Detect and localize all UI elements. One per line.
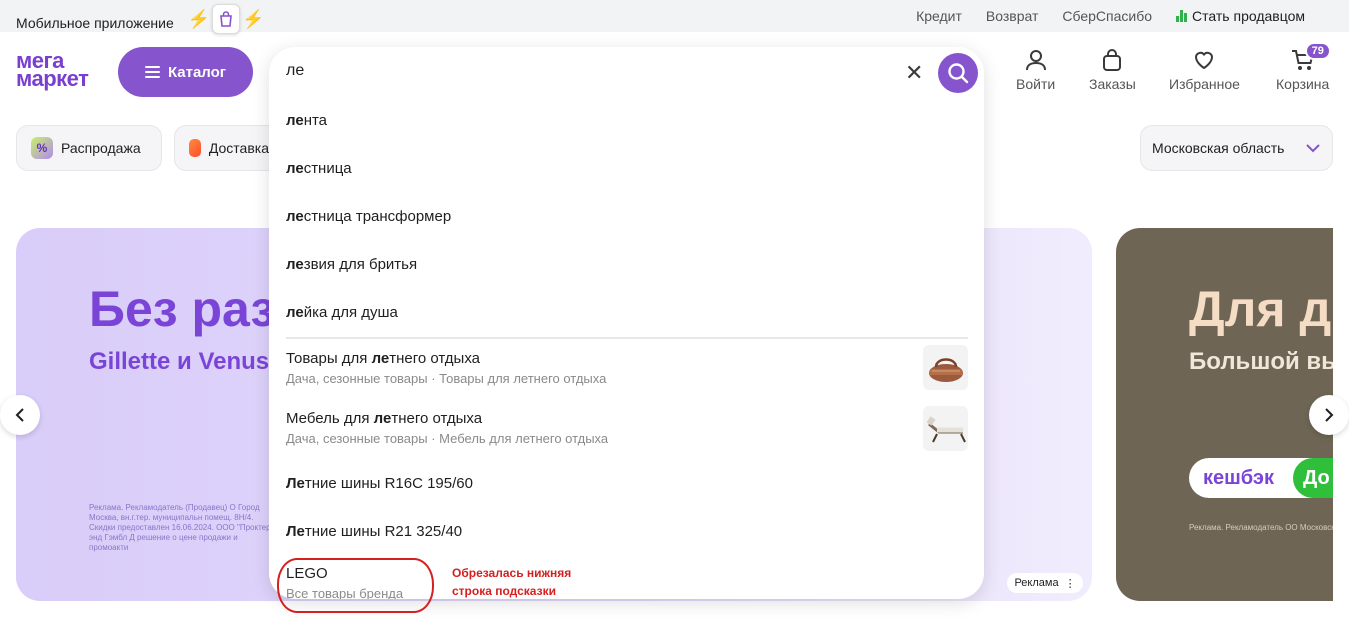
- bag-icon: [1101, 48, 1123, 72]
- chart-bars-icon: [1176, 10, 1188, 22]
- top-bar: Мобильное приложение ⚡ ⚡ Кредит Возврат …: [0, 0, 1349, 34]
- user-icon: [1025, 48, 1047, 72]
- login-button[interactable]: Войти: [1016, 48, 1055, 92]
- search-icon: [948, 63, 969, 84]
- cashback-tail: До: [1293, 458, 1333, 498]
- ad-badge[interactable]: Реклама ⋮: [1007, 573, 1083, 593]
- sale-label: Распродажа: [61, 140, 141, 156]
- category-path: Дача, сезонные товары · Товары для летне…: [286, 371, 607, 386]
- favorites-button[interactable]: Избранное: [1169, 48, 1240, 92]
- credit-link[interactable]: Кредит: [916, 8, 962, 24]
- delivery-chip[interactable]: Доставка: [174, 125, 284, 171]
- sale-chip[interactable]: % Распродажа: [16, 125, 162, 171]
- divider: [286, 337, 968, 339]
- annotation-highlight-oval: [277, 558, 434, 613]
- banner-fine-print: Реклама. Рекламодатель (Продавец) О Горо…: [89, 503, 271, 552]
- category-path: Дача, сезонные товары · Мебель для летне…: [286, 431, 609, 446]
- bolt-icon: ⚡: [187, 8, 211, 29]
- cart-label: Корзина: [1276, 76, 1330, 92]
- bolt-icon: ⚡: [242, 8, 265, 29]
- more-vertical-icon: ⋮: [1064, 577, 1076, 590]
- chevron-down-icon: [1306, 140, 1320, 156]
- banner2-fine-print: Реклама. Рекламодатель ОО Московская обл…: [1189, 523, 1333, 532]
- search-button[interactable]: [938, 53, 978, 93]
- mobile-app-label: Мобильное приложение: [16, 15, 174, 31]
- annotation-note: Обрезалась нижняя строка подсказки: [452, 564, 571, 600]
- return-link[interactable]: Возврат: [986, 8, 1039, 24]
- ad-label: Реклама: [1014, 577, 1059, 589]
- orders-label: Заказы: [1089, 76, 1136, 92]
- banner2-title: Для д: [1189, 281, 1332, 337]
- login-label: Войти: [1016, 76, 1056, 92]
- logo[interactable]: мега маркет: [16, 50, 89, 91]
- carousel-next-button[interactable]: [1309, 395, 1349, 435]
- annotation-line1: Обрезалась нижняя: [452, 566, 572, 580]
- catalog-button[interactable]: Каталог: [118, 47, 253, 97]
- suggestion-item[interactable]: лестница: [286, 160, 352, 177]
- cart-count-badge: 79: [1304, 42, 1331, 60]
- cashback-label: кешбэк: [1203, 466, 1274, 489]
- carousel-prev-button[interactable]: [0, 395, 40, 435]
- clear-icon[interactable]: ✕: [905, 62, 923, 84]
- picnic-basket-icon: [923, 345, 968, 390]
- menu-icon: [144, 66, 160, 78]
- become-seller-label: Стать продавцом: [1192, 8, 1305, 24]
- category-suggestion[interactable]: Мебель для летнего отдыха Дача, сезонные…: [286, 410, 608, 446]
- chevron-left-icon: [15, 408, 24, 422]
- favorites-label: Избранное: [1169, 76, 1240, 92]
- heart-icon: [1193, 48, 1215, 72]
- suggestion-item[interactable]: лезвия для бритья: [286, 256, 417, 273]
- catalog-label: Каталог: [167, 63, 227, 81]
- percent-icon: %: [31, 137, 53, 159]
- category-suggestion[interactable]: Товары для летнего отдыха Дача, сезонные…: [286, 350, 606, 386]
- search-input[interactable]: [286, 62, 886, 80]
- region-label: Московская область: [1152, 140, 1285, 156]
- delivery-icon: [189, 139, 201, 157]
- promo-banner-2[interactable]: Для д Большой вы кешбэк До Реклама. Рекл…: [1116, 228, 1333, 601]
- suggestion-item[interactable]: лента: [286, 112, 327, 129]
- suggestion-item[interactable]: Летние шины R21 325/40: [286, 523, 462, 540]
- orders-button[interactable]: Заказы: [1089, 48, 1136, 92]
- cashback-pill: кешбэк До: [1189, 458, 1333, 498]
- region-selector[interactable]: Московская область: [1140, 125, 1333, 171]
- search-suggest-panel: ✕ лента лестница лестница трансформер ле…: [269, 47, 984, 599]
- banner2-subtitle: Большой вы: [1189, 348, 1333, 375]
- annotation-line2: строка подсказки: [452, 584, 556, 598]
- cart-icon: 79: [1291, 42, 1331, 72]
- become-seller-link[interactable]: Стать продавцом: [1176, 8, 1305, 24]
- suggestion-item[interactable]: лестница трансформер: [286, 208, 451, 225]
- banner-title: Без раз: [89, 281, 276, 337]
- logo-line2: маркет: [16, 66, 89, 91]
- chevron-right-icon: [1325, 408, 1334, 422]
- banner-subtitle: Gillette и Venus: [89, 348, 270, 375]
- mobile-app-icon: ⚡ ⚡: [186, 4, 267, 34]
- cart-button[interactable]: 79 Корзина: [1276, 42, 1331, 92]
- lounger-icon: [923, 406, 968, 451]
- delivery-label: Доставка: [208, 140, 269, 156]
- sberspasibo-link[interactable]: СберСпасибо: [1062, 8, 1152, 24]
- shopping-bag-icon: [212, 4, 241, 34]
- suggestion-item[interactable]: лейка для душа: [286, 304, 398, 321]
- suggestion-item[interactable]: Летние шины R16C 195/60: [286, 475, 473, 492]
